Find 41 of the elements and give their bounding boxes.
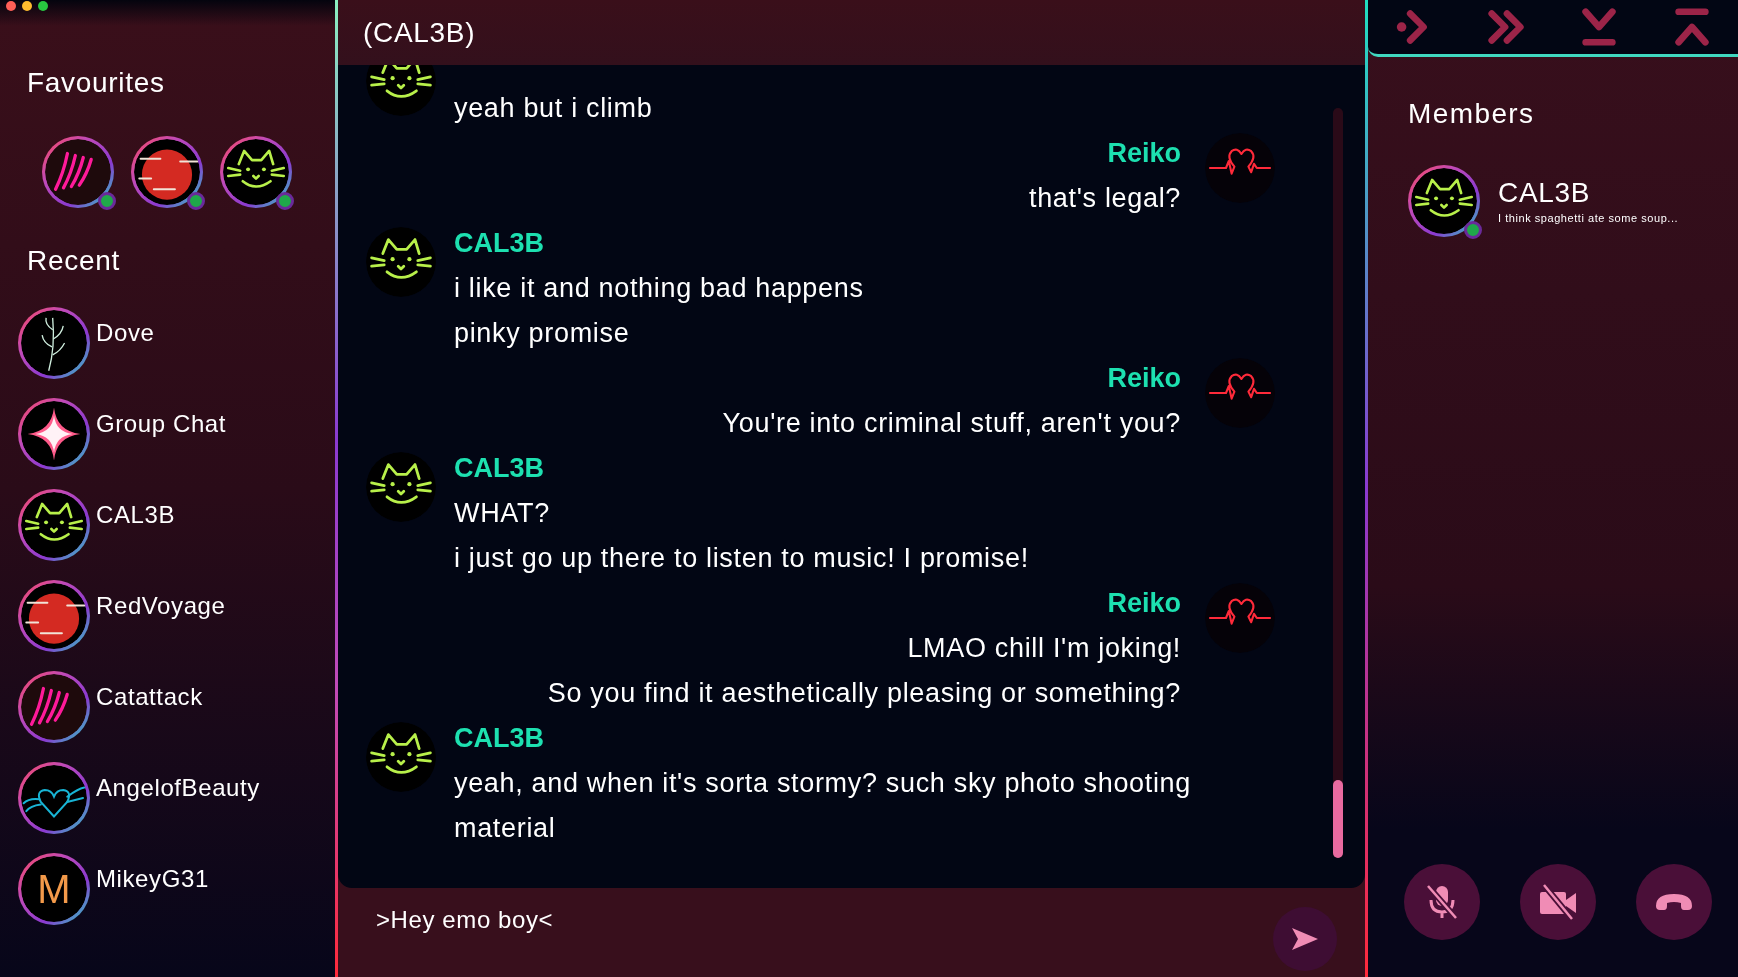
sender-name: CAL3B [454, 722, 544, 755]
section-title: Favourites [27, 67, 165, 98]
cat-avatar [366, 452, 436, 522]
initial-letter: M [37, 869, 71, 909]
cat-avatar [366, 227, 436, 297]
sender-name: CAL3B [454, 227, 544, 260]
contact-name[interactable]: Group Chat [96, 398, 227, 442]
heart-avatar [1205, 133, 1275, 203]
contact-name[interactable]: Catattack [96, 671, 203, 715]
message-text: pinky promise [454, 317, 630, 350]
contact-name[interactable]: AngelofBeauty [96, 762, 260, 806]
section-title: Recent [27, 245, 120, 276]
cat-avatar [366, 722, 436, 792]
message-text: WHAT? [454, 497, 550, 530]
sender-name: Reiko [1107, 362, 1181, 395]
section-title: Members [1408, 98, 1535, 129]
heart-avatar [1205, 358, 1275, 428]
member-name[interactable]: CAL3B [1498, 175, 1679, 210]
contact-name[interactable]: RedVoyage [96, 580, 226, 624]
heart-avatar [1205, 583, 1275, 653]
sender-name: CAL3B [454, 452, 544, 485]
message-text: You're into criminal stuff, aren't you? [722, 407, 1181, 440]
message-text: yeah, and when it's sorta stormy? such sky photo shooting [454, 767, 1191, 800]
message-input[interactable]: >Hey emo boy< [376, 901, 1076, 938]
sender-name: Reiko [1107, 587, 1181, 620]
message-text: yeah but i climb [454, 92, 653, 125]
contact-name[interactable]: CAL3B [96, 489, 176, 533]
scrollbar-track[interactable] [1333, 108, 1343, 858]
scrollbar-thumb[interactable] [1333, 780, 1343, 858]
message-text: i just go up there to listen to music! I promise! [454, 542, 1029, 575]
contact-name[interactable]: Dove [96, 307, 155, 351]
message-text: i like it and nothing bad happens [454, 272, 864, 305]
message-text: that's legal? [1028, 182, 1181, 215]
message-text: LMAO chill I'm joking! [907, 632, 1181, 665]
message-text: So you find it aesthetically pleasing or something? [547, 677, 1181, 710]
member-status: I think spaghetti ate some soup... [1498, 210, 1679, 226]
message-text: material [454, 812, 556, 845]
cat-avatar [366, 65, 436, 116]
chat-title: (CAL3B) [363, 15, 476, 50]
sender-name: Reiko [1107, 137, 1181, 170]
contact-name[interactable]: MikeyG31 [96, 853, 209, 897]
